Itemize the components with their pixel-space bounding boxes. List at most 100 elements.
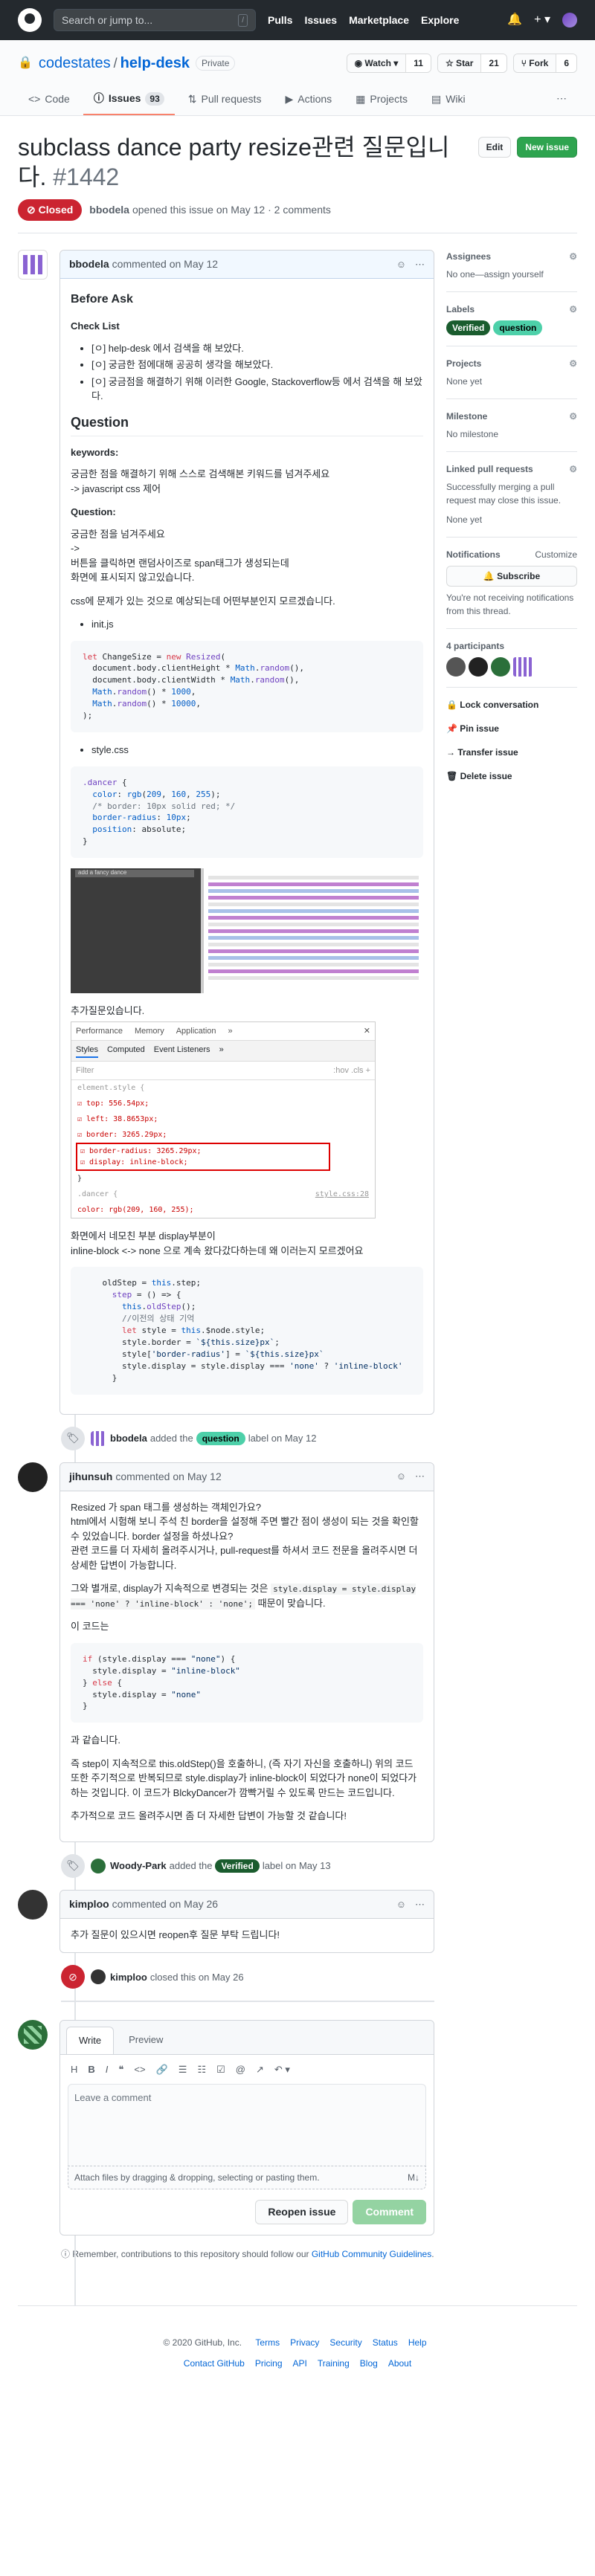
heading-icon[interactable]: H — [71, 2062, 77, 2077]
tab-code[interactable]: <> Code — [18, 85, 80, 115]
tab-issues[interactable]: ⓘ Issues 93 — [83, 85, 175, 115]
participant-avatar[interactable] — [469, 657, 488, 677]
smiley-icon[interactable]: ☺ — [396, 257, 406, 272]
nav-marketplace[interactable]: Marketplace — [349, 14, 409, 26]
gear-icon[interactable]: ⚙ — [569, 303, 577, 316]
avatar[interactable] — [91, 1430, 106, 1446]
assignees-title[interactable]: Assignees — [446, 250, 491, 263]
nav-pulls[interactable]: Pulls — [268, 14, 292, 26]
tab-projects[interactable]: ▦ Projects — [345, 85, 418, 115]
footer-link-pricing[interactable]: Pricing — [255, 2358, 283, 2369]
comment-textarea[interactable]: Leave a comment — [68, 2084, 426, 2166]
comment-date[interactable]: commented on May 12 — [115, 1469, 221, 1485]
footer-link-training[interactable]: Training — [318, 2358, 350, 2369]
verified-label[interactable]: Verified — [446, 320, 491, 335]
lock-conversation-link[interactable]: 🔒 Lock conversation — [446, 698, 577, 711]
tab-wiki[interactable]: ▤ Wiki — [421, 85, 476, 115]
gear-icon[interactable]: ⚙ — [569, 250, 577, 263]
nav-explore[interactable]: Explore — [421, 14, 459, 26]
gear-icon[interactable]: ⚙ — [569, 410, 577, 423]
footer-link-security[interactable]: Security — [329, 2337, 361, 2348]
transfer-issue-link[interactable]: → Transfer issue — [446, 746, 577, 759]
watch-button[interactable]: ◉ Watch ▾ 11 — [346, 54, 431, 73]
verified-label[interactable]: Verified — [215, 1859, 260, 1873]
gear-icon[interactable]: ⚙ — [569, 357, 577, 370]
user-avatar[interactable] — [562, 13, 577, 28]
customize-link[interactable]: Customize — [535, 548, 577, 561]
cross-reference-icon[interactable]: ↗ — [256, 2062, 264, 2077]
pin-issue-link[interactable]: 📌 Pin issue — [446, 722, 577, 735]
participant-avatar[interactable] — [491, 657, 510, 677]
footer-link-privacy[interactable]: Privacy — [290, 2337, 319, 2348]
footer-link-contact[interactable]: Contact GitHub — [184, 2358, 245, 2369]
code-icon[interactable]: <> — [134, 2062, 145, 2077]
avatar[interactable] — [91, 1858, 106, 1873]
comment-date[interactable]: commented on May 26 — [112, 1897, 218, 1912]
bulleted-list-icon[interactable]: ☰ — [178, 2062, 187, 2077]
event-actor[interactable]: kimploo — [110, 1970, 147, 1985]
question-label[interactable]: question — [196, 1431, 245, 1445]
tab-actions[interactable]: ▶ Actions — [274, 85, 342, 115]
linked-prs-title[interactable]: Linked pull requests — [446, 462, 533, 476]
comment-author[interactable]: kimploo — [69, 1897, 109, 1912]
footer-link-api[interactable]: API — [293, 2358, 307, 2369]
kebab-menu-icon[interactable]: ⋯ — [415, 1897, 425, 1912]
participant-avatar[interactable] — [513, 657, 533, 677]
avatar[interactable] — [18, 1462, 48, 1492]
kebab-menu-icon[interactable]: ⋯ — [415, 1469, 425, 1484]
markdown-icon[interactable]: M↓ — [408, 2171, 419, 2184]
link-icon[interactable]: 🔗 — [156, 2062, 168, 2077]
avatar[interactable] — [91, 1969, 106, 1985]
participant-avatar[interactable] — [446, 657, 466, 677]
italic-icon[interactable]: I — [106, 2062, 109, 2077]
saved-replies-icon[interactable]: ↶ ▾ — [274, 2062, 290, 2077]
quote-icon[interactable]: ❝ — [118, 2062, 123, 2077]
issue-author-link[interactable]: bbodela — [89, 202, 129, 218]
more-tabs-icon[interactable]: ⋯ — [546, 85, 577, 115]
smiley-icon[interactable]: ☺ — [396, 1897, 406, 1912]
new-issue-button[interactable]: New issue — [517, 137, 577, 158]
subscribe-button[interactable]: 🔔 Subscribe — [446, 566, 577, 587]
repo-owner-link[interactable]: codestates — [39, 52, 111, 74]
footer-link-about[interactable]: About — [388, 2358, 411, 2369]
comment-author[interactable]: jihunsuh — [69, 1469, 112, 1485]
guidelines-link[interactable]: GitHub Community Guidelines — [312, 2249, 431, 2259]
numbered-list-icon[interactable]: ☷ — [197, 2062, 206, 2077]
assignees-value[interactable]: No one—assign yourself — [446, 268, 577, 281]
labels-title[interactable]: Labels — [446, 303, 475, 316]
reopen-issue-button[interactable]: Reopen issue — [255, 2200, 349, 2225]
kebab-menu-icon[interactable]: ⋯ — [415, 257, 425, 272]
bold-icon[interactable]: B — [88, 2062, 94, 2077]
footer-link-terms[interactable]: Terms — [255, 2337, 280, 2348]
footer-link-help[interactable]: Help — [408, 2337, 427, 2348]
footer-link-status[interactable]: Status — [373, 2337, 398, 2348]
star-button[interactable]: ☆ Star 21 — [437, 54, 507, 73]
avatar[interactable] — [18, 250, 48, 280]
tab-preview[interactable]: Preview — [117, 2027, 175, 2054]
github-logo-icon[interactable] — [18, 8, 42, 32]
search-input[interactable]: Search or jump to... / — [54, 9, 256, 31]
comment-date[interactable]: commented on May 12 — [112, 256, 218, 272]
nav-issues[interactable]: Issues — [304, 14, 337, 26]
delete-issue-link[interactable]: 🗑 Delete issue — [446, 769, 577, 783]
repo-name-link[interactable]: help-desk — [120, 52, 190, 74]
comment-author[interactable]: bbodela — [69, 256, 109, 272]
comment-button[interactable]: Comment — [353, 2200, 426, 2225]
question-label[interactable]: question — [493, 320, 543, 335]
tab-write[interactable]: Write — [66, 2027, 115, 2054]
avatar[interactable] — [18, 1889, 48, 1920]
projects-title[interactable]: Projects — [446, 357, 481, 370]
edit-title-button[interactable]: Edit — [477, 137, 512, 158]
avatar[interactable] — [18, 2020, 48, 2050]
attach-files-area[interactable]: Attach files by dragging & dropping, sel… — [68, 2166, 426, 2190]
mention-icon[interactable]: @ — [236, 2062, 245, 2077]
bell-icon[interactable]: 🔔 — [507, 11, 522, 29]
gear-icon[interactable]: ⚙ — [569, 462, 577, 476]
task-list-icon[interactable]: ☑ — [216, 2062, 225, 2077]
event-actor[interactable]: bbodela — [110, 1431, 147, 1446]
smiley-icon[interactable]: ☺ — [396, 1469, 406, 1484]
tab-pull-requests[interactable]: ⇅ Pull requests — [178, 85, 272, 115]
plus-dropdown-icon[interactable]: + ▾ — [534, 11, 550, 29]
fork-button[interactable]: ⑂ Fork 6 — [512, 54, 577, 73]
footer-link-blog[interactable]: Blog — [360, 2358, 378, 2369]
